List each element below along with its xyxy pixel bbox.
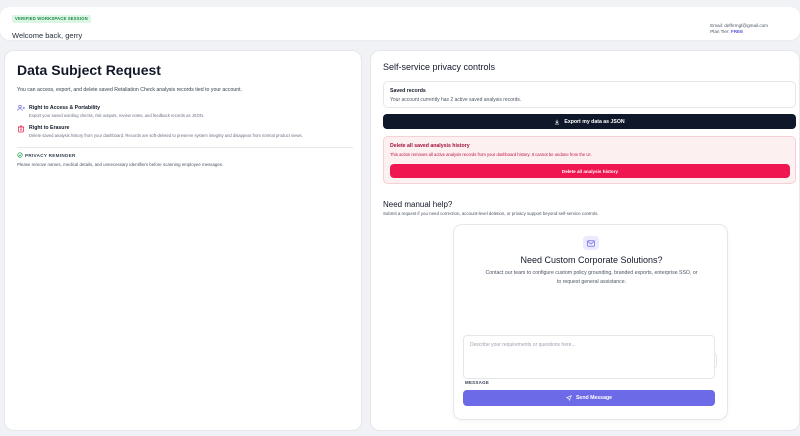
export-json-label: Export my data as JSON bbox=[564, 118, 625, 125]
welcome-message: Welcome back, gerry bbox=[12, 31, 83, 40]
delete-history-title: Delete all saved analysis history bbox=[390, 143, 470, 149]
delete-all-history-button[interactable]: Delete all analysis history bbox=[390, 164, 790, 178]
plan-tier-label: Plan Tier: bbox=[710, 29, 730, 34]
mail-icon bbox=[587, 239, 595, 247]
saved-records-desc: Your account currently has 2 active save… bbox=[390, 97, 522, 103]
plan-tier-value: FREE bbox=[730, 29, 744, 34]
delete-history-desc: This action removes all active analysis … bbox=[390, 152, 592, 157]
privacy-controls-title: Self-service privacy controls bbox=[383, 62, 496, 72]
saved-records-box: Saved records Your account currently has… bbox=[383, 81, 796, 108]
account-info: Email: defhrmgf@gmail.com Plan Tier: FRE… bbox=[710, 23, 768, 35]
contact-desc: Contact our team to configure custom pol… bbox=[485, 270, 698, 285]
send-icon bbox=[566, 395, 572, 401]
page-title: Data Subject Request bbox=[17, 62, 161, 78]
delete-history-box: Delete all saved analysis history This a… bbox=[383, 136, 796, 184]
export-json-button[interactable]: Export my data as JSON bbox=[383, 114, 796, 129]
data-subject-request-card: Data Subject Request You can access, exp… bbox=[4, 50, 362, 431]
contact-title: Need Custom Corporate Solutions? bbox=[520, 255, 663, 265]
dsr-intro: You can access, export, and delete saved… bbox=[17, 87, 243, 93]
access-portability-desc: Export your saved wording checks, risk o… bbox=[29, 113, 205, 118]
trash-icon bbox=[18, 125, 24, 133]
send-message-label: Send Message bbox=[575, 395, 613, 401]
access-portability-title: Right to Access & Portability bbox=[29, 105, 101, 111]
privacy-reminder-text: Please remove names, medical details, an… bbox=[17, 162, 224, 167]
erasure-desc: Delete saved analysis history from your … bbox=[29, 133, 303, 138]
erasure-title: Right to Erasure bbox=[29, 125, 70, 131]
shield-check-icon bbox=[17, 152, 23, 158]
plan-tier: Plan Tier: FREE bbox=[710, 29, 768, 35]
send-message-button[interactable]: Send Message bbox=[463, 390, 715, 406]
manual-help-desc: Submit a request if you need correction,… bbox=[383, 211, 599, 216]
verified-session-badge: VERIFIED WORKSPACE SESSION bbox=[12, 15, 91, 23]
mail-icon-badge bbox=[583, 236, 599, 250]
privacy-reminder-title: PRIVACY REMINDER bbox=[25, 153, 76, 158]
user-export-icon bbox=[17, 104, 25, 111]
top-bar: VERIFIED WORKSPACE SESSION Welcome back,… bbox=[0, 7, 800, 40]
download-icon bbox=[555, 119, 560, 124]
saved-records-title: Saved records bbox=[390, 88, 426, 94]
message-input[interactable] bbox=[463, 335, 715, 379]
divider bbox=[17, 147, 353, 148]
message-label: MESSAGE bbox=[465, 380, 490, 385]
manual-help-title: Need manual help? bbox=[383, 200, 453, 209]
